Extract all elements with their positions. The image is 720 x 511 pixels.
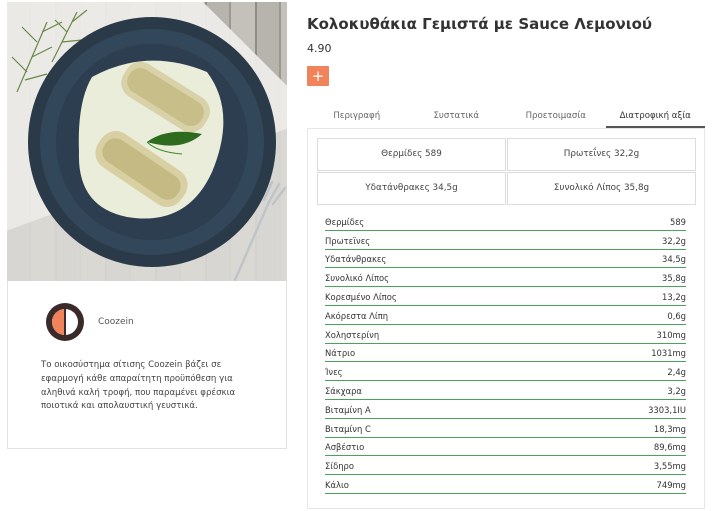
table-row: Ίνες 2,4g <box>325 362 686 382</box>
product-photo <box>7 2 287 281</box>
nutrient-value: 32,2g <box>662 235 686 246</box>
nutrient-value: 0,6g <box>667 310 686 321</box>
nutrient-name: Κορεσμένο Λίπος <box>325 291 397 302</box>
summary-carbs: Υδατάνθρακες 34,5g <box>317 172 506 205</box>
nutrient-name: Ακόρεστα Λίπη <box>325 310 389 321</box>
nutrient-value: 3303,1IU <box>648 404 686 415</box>
table-row: Νάτριο 1031mg <box>325 344 686 363</box>
summary-protein: Πρωτεΐνες 32,2g <box>507 138 696 171</box>
nutrient-value: 749mg <box>656 479 686 490</box>
nutrient-value: 35,8g <box>662 273 686 284</box>
summary-calories: Θερμίδες 589 <box>317 138 506 171</box>
add-to-cart-button[interactable]: + <box>307 66 329 86</box>
table-row: Υδατάνθρακες 34,5g <box>325 250 686 269</box>
table-row: Χοληστερίνη 310mg <box>325 325 686 344</box>
table-row: Βιταμίνη A 3303,1IU <box>325 400 686 419</box>
tab-ingredients[interactable]: Συστατικά <box>407 106 507 128</box>
nutrient-name: Βιταμίνη A <box>325 404 371 415</box>
table-row: Ασβέστιο 89,6mg <box>325 438 686 457</box>
brand-card: Coozein Το οικοσύστημα σίτισης Coozein β… <box>7 281 287 449</box>
nutrient-name: Θερμίδες <box>325 216 365 227</box>
product-tabs: Περιγραφή Συστατικά Προετοιμασία Διατροφ… <box>307 106 705 128</box>
nutrient-value: 589 <box>670 216 686 227</box>
table-row: Κορεσμένο Λίπος 13,2g <box>325 287 686 306</box>
product-title: Κολοκυθάκια Γεμιστά με Sauce Λεμονιού <box>307 15 653 33</box>
nutrition-table: Θερμίδες 589 Πρωτεϊνες 32,2g Υδατάνθρακες 3… <box>325 212 686 494</box>
nutrition-summary: Θερμίδες 589 Πρωτεΐνες 32,2g Υδατάνθρακε… <box>317 138 696 205</box>
nutrient-name: Κάλιο <box>325 479 349 490</box>
tab-description[interactable]: Περιγραφή <box>307 106 407 128</box>
nutrient-name: Σάκχαρα <box>325 385 362 396</box>
nutrient-name: Συνολικό Λίπος <box>325 273 390 284</box>
table-row: Ακόρεστα Λίπη 0,6g <box>325 306 686 325</box>
nutrient-name: Ασβέστιο <box>325 442 365 453</box>
brand-name: Coozein <box>98 317 134 327</box>
nutrient-value: 1031mg <box>651 348 686 359</box>
table-row: Θερμίδες 589 <box>325 212 686 231</box>
table-row: Σάκχαρα 3,2g <box>325 381 686 400</box>
nutrient-value: 18,3mg <box>653 423 686 434</box>
tab-preparation[interactable]: Προετοιμασία <box>506 106 606 128</box>
nutrient-name: Χοληστερίνη <box>325 329 380 340</box>
table-row: Σίδηρο 3,55mg <box>325 456 686 476</box>
table-row: Βιταμίνη C 18,3mg <box>325 419 686 438</box>
nutrition-panel: Θερμίδες 589 Πρωτεΐνες 32,2g Υδατάνθρακε… <box>307 128 705 509</box>
nutrient-value: 2,4g <box>667 367 686 378</box>
table-row: Πρωτεϊνες 32,2g <box>325 231 686 250</box>
table-row: Κάλιο 749mg <box>325 475 686 494</box>
nutrient-value: 34,5g <box>662 254 686 265</box>
nutrient-name: Ίνες <box>325 367 343 378</box>
nutrient-value: 3,2g <box>667 385 686 396</box>
brand-description: Το οικοσύστημα σίτισης Coozein βάζει σε … <box>41 360 236 412</box>
nutrient-value: 89,6mg <box>653 442 686 453</box>
nutrient-value: 3,55mg <box>653 461 686 472</box>
nutrient-value: 310mg <box>656 329 686 340</box>
nutrient-name: Πρωτεϊνες <box>325 235 371 246</box>
tab-nutrition[interactable]: Διατροφική αξία <box>605 106 705 128</box>
dish-illustration <box>11 9 287 281</box>
table-row: Συνολικό Λίπος 35,8g <box>325 268 686 288</box>
summary-fat: Συνολικό Λίπος 35,8g <box>507 172 696 205</box>
nutrient-name: Βιταμίνη C <box>325 423 371 434</box>
nutrient-name: Υδατάνθρακες <box>325 254 387 265</box>
nutrient-value: 13,2g <box>662 291 686 302</box>
nutrient-name: Σίδηρο <box>325 461 354 472</box>
coozein-logo-icon <box>46 303 84 341</box>
nutrient-name: Νάτριο <box>325 348 356 359</box>
product-price: 4.90 <box>307 42 332 55</box>
product-media-column: Coozein Το οικοσύστημα σίτισης Coozein β… <box>7 2 287 449</box>
